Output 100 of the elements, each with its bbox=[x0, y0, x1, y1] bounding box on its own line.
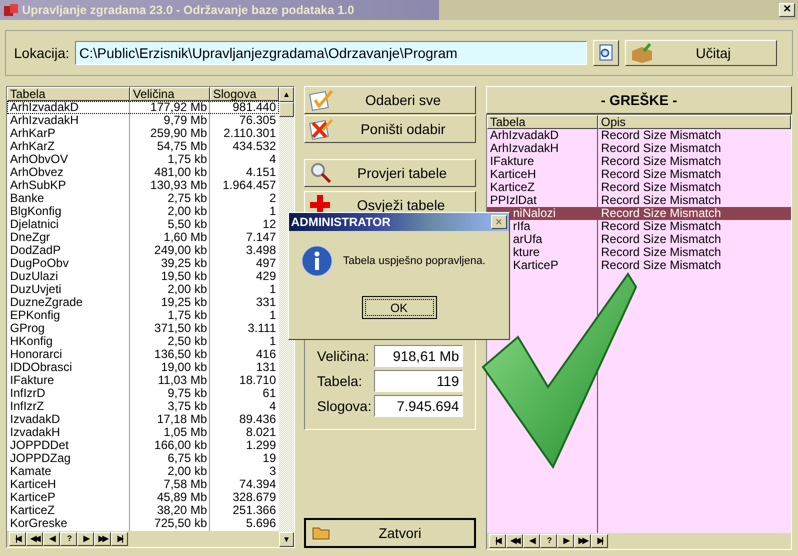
table-row[interactable]: KarticeZ 38,20 Mb 251.366 bbox=[7, 504, 279, 517]
navigator-button[interactable]: ◀ bbox=[43, 532, 60, 546]
table-cell-text: 7.147 bbox=[244, 231, 277, 244]
table-row[interactable]: DuzneZgrade 19,25 kb 331 bbox=[7, 296, 279, 309]
column-header[interactable]: Slogova bbox=[210, 87, 279, 101]
navigator-button[interactable]: ◀◀ bbox=[26, 532, 43, 546]
table-cell-text: 331 bbox=[254, 296, 277, 309]
folder-icon bbox=[312, 525, 332, 541]
browse-button[interactable] bbox=[593, 40, 620, 66]
column-header[interactable]: Veličina bbox=[130, 87, 210, 101]
table-cell-text: 177,92 Mb bbox=[149, 101, 208, 114]
navigator-button[interactable]: ▶▶ bbox=[94, 532, 111, 546]
close-button[interactable]: Zatvori bbox=[304, 518, 476, 548]
error-row[interactable]: KarticeZ Record Size Mismatch bbox=[487, 181, 791, 194]
table-row[interactable]: Kamate 2,00 kb 3 bbox=[7, 465, 279, 478]
table-row[interactable]: HKonfig 2,50 kb 1 bbox=[7, 335, 279, 348]
table-cell-text: ArhIzvadakD bbox=[9, 101, 80, 114]
table-row[interactable]: InfIzrZ 3,75 kb 4 bbox=[7, 400, 279, 413]
window-title: Upravljanje zgradama 23.0 - Održavanje baze podataka 1.0 bbox=[22, 2, 354, 19]
table-cell-text: Honorarci bbox=[9, 348, 64, 361]
table-cell-text: Djelatnici bbox=[9, 218, 59, 231]
load-button[interactable]: Učitaj bbox=[625, 40, 778, 66]
table-cell-text: DuzUvjeti bbox=[9, 283, 62, 296]
table-row[interactable]: Honorarci 136,50 kb 416 bbox=[7, 348, 279, 361]
table-row[interactable]: IzvadakH 1,05 Mb 8.021 bbox=[7, 426, 279, 439]
ok-button[interactable]: OK bbox=[362, 296, 436, 319]
table-row[interactable]: ArhIzvadakD 177,92 Mb 981.440 bbox=[7, 101, 279, 114]
navigator-button[interactable]: ▶▶ bbox=[574, 534, 591, 548]
table-cell-text: 18.710 bbox=[238, 374, 277, 387]
navigator-button[interactable]: ◀ bbox=[523, 534, 540, 548]
error-row[interactable]: ArhIzvadakH Record Size Mismatch bbox=[487, 142, 791, 155]
location-field[interactable]: C:\Public\Erzisnik\Upravljanjezgradama\Odrzavanje\Program bbox=[75, 41, 588, 65]
cross-icon bbox=[309, 118, 335, 140]
navigator-button[interactable]: ▶ bbox=[77, 532, 94, 546]
table-cell-text: 6,75 kb bbox=[166, 452, 208, 465]
navigator-button[interactable]: |◀ bbox=[489, 534, 506, 548]
scroll-down-button[interactable]: ▼ bbox=[279, 532, 294, 547]
navigator-button[interactable]: ? bbox=[60, 532, 77, 546]
table-row[interactable]: IzvadakD 17,18 Mb 89.436 bbox=[7, 413, 279, 426]
table-row[interactable]: InfIzrD 9,75 kb 61 bbox=[7, 387, 279, 400]
table-cell-text: 259,90 Mb bbox=[149, 127, 208, 140]
table-row[interactable]: IFakture 11,03 Mb 18.710 bbox=[7, 374, 279, 387]
table-row[interactable]: ArhKarP 259,90 Mb 2.110.301 bbox=[7, 127, 279, 140]
table-row[interactable]: ArhKarZ 54,75 Mb 434.532 bbox=[7, 140, 279, 153]
table-cell-text: 1,75 kb bbox=[166, 153, 208, 166]
table-cell-text: JOPPDDet bbox=[9, 439, 70, 452]
scroll-up-button[interactable]: ▲ bbox=[279, 87, 294, 102]
table-row[interactable]: Banke 2,75 kb 2 bbox=[7, 192, 279, 205]
table-cell-text: Record Size Mismatch bbox=[600, 207, 722, 220]
error-row[interactable]: KarticeH Record Size Mismatch bbox=[487, 168, 791, 181]
table-cell-text: 38,20 Mb bbox=[156, 504, 208, 517]
table-row[interactable]: BlgKonfig 2,00 kb 1 bbox=[7, 205, 279, 218]
column-header[interactable]: Opis bbox=[598, 115, 791, 129]
table-row[interactable]: EPKonfig 1,75 kb 1 bbox=[7, 309, 279, 322]
navigator-button[interactable]: ? bbox=[540, 534, 557, 548]
navigator-button[interactable]: ▶ bbox=[557, 534, 574, 548]
table-row[interactable]: KarticeH 7,58 Mb 74.394 bbox=[7, 478, 279, 491]
scroll-thumb[interactable] bbox=[279, 102, 294, 117]
table-row[interactable]: GProg 371,50 kb 3.111 bbox=[7, 322, 279, 335]
table-row[interactable]: KarticeP 45,89 Mb 328.679 bbox=[7, 491, 279, 504]
table-cell-text: 39,25 kb bbox=[160, 257, 208, 270]
action-button[interactable]: Poništi odabir bbox=[304, 115, 476, 143]
table-row[interactable]: ArhIzvadakH 9,79 Mb 76.305 bbox=[7, 114, 279, 127]
action-button[interactable]: Odaberi sve bbox=[304, 86, 476, 114]
table-cell-text: 4 bbox=[268, 400, 277, 413]
table-row[interactable]: ArhObvez 481,00 kb 4.151 bbox=[7, 166, 279, 179]
column-header[interactable]: Tabela bbox=[487, 115, 598, 129]
navigator-button[interactable]: ▶| bbox=[111, 532, 128, 546]
table-row[interactable]: DneZgr 1,60 Mb 7.147 bbox=[7, 231, 279, 244]
table-cell-text: 131 bbox=[254, 361, 277, 374]
table-row[interactable]: JOPPDDet 166,00 kb 1.299 bbox=[7, 439, 279, 452]
table-cell-text: Record Size Mismatch bbox=[600, 155, 722, 168]
error-row[interactable]: ArhIzvadakD Record Size Mismatch bbox=[487, 129, 791, 142]
table-row[interactable]: IDDObrasci 19,00 kb 131 bbox=[7, 361, 279, 374]
table-row[interactable]: ArhObvOV 1,75 kb 4 bbox=[7, 153, 279, 166]
table-row[interactable]: DugPoObv 39,25 kb 497 bbox=[7, 257, 279, 270]
table-cell-text: 251.366 bbox=[232, 504, 277, 517]
table-cell-text: 130,93 Mb bbox=[149, 179, 208, 192]
error-row[interactable]: niNalozi Record Size Mismatch bbox=[487, 207, 791, 220]
table-cell-text: 11,03 Mb bbox=[156, 374, 208, 387]
error-row[interactable]: PPIzlDat Record Size Mismatch bbox=[487, 194, 791, 207]
navigator-button[interactable]: ◀◀ bbox=[506, 534, 523, 548]
close-button[interactable]: ✕ bbox=[491, 215, 507, 229]
table-row[interactable]: ArhSubKP 130,93 Mb 1.964.457 bbox=[7, 179, 279, 192]
action-button[interactable]: Provjeri tabele bbox=[304, 159, 476, 187]
error-row[interactable]: IFakture Record Size Mismatch bbox=[487, 155, 791, 168]
table-cell-text: EPKonfig bbox=[9, 309, 60, 322]
box-icon bbox=[630, 43, 654, 63]
table-cell-text: Record Size Mismatch bbox=[600, 129, 722, 142]
close-button[interactable]: ✕ bbox=[779, 3, 795, 17]
table-row[interactable]: DuzUvjeti 2,00 kb 1 bbox=[7, 283, 279, 296]
table-row[interactable]: DuzUlazi 19,50 kb 429 bbox=[7, 270, 279, 283]
table-cell-text: DodZadP bbox=[9, 244, 62, 257]
table-row[interactable]: DodZadP 249,00 kb 3.498 bbox=[7, 244, 279, 257]
table-row[interactable]: KorGreske 725,50 kb 5.696 bbox=[7, 517, 279, 530]
column-header[interactable]: Tabela bbox=[7, 87, 130, 101]
navigator-button[interactable]: ▶| bbox=[591, 534, 608, 548]
navigator-button[interactable]: |◀ bbox=[9, 532, 26, 546]
table-row[interactable]: JOPPDZag 6,75 kb 19 bbox=[7, 452, 279, 465]
table-row[interactable]: Djelatnici 5,50 kb 12 bbox=[7, 218, 279, 231]
